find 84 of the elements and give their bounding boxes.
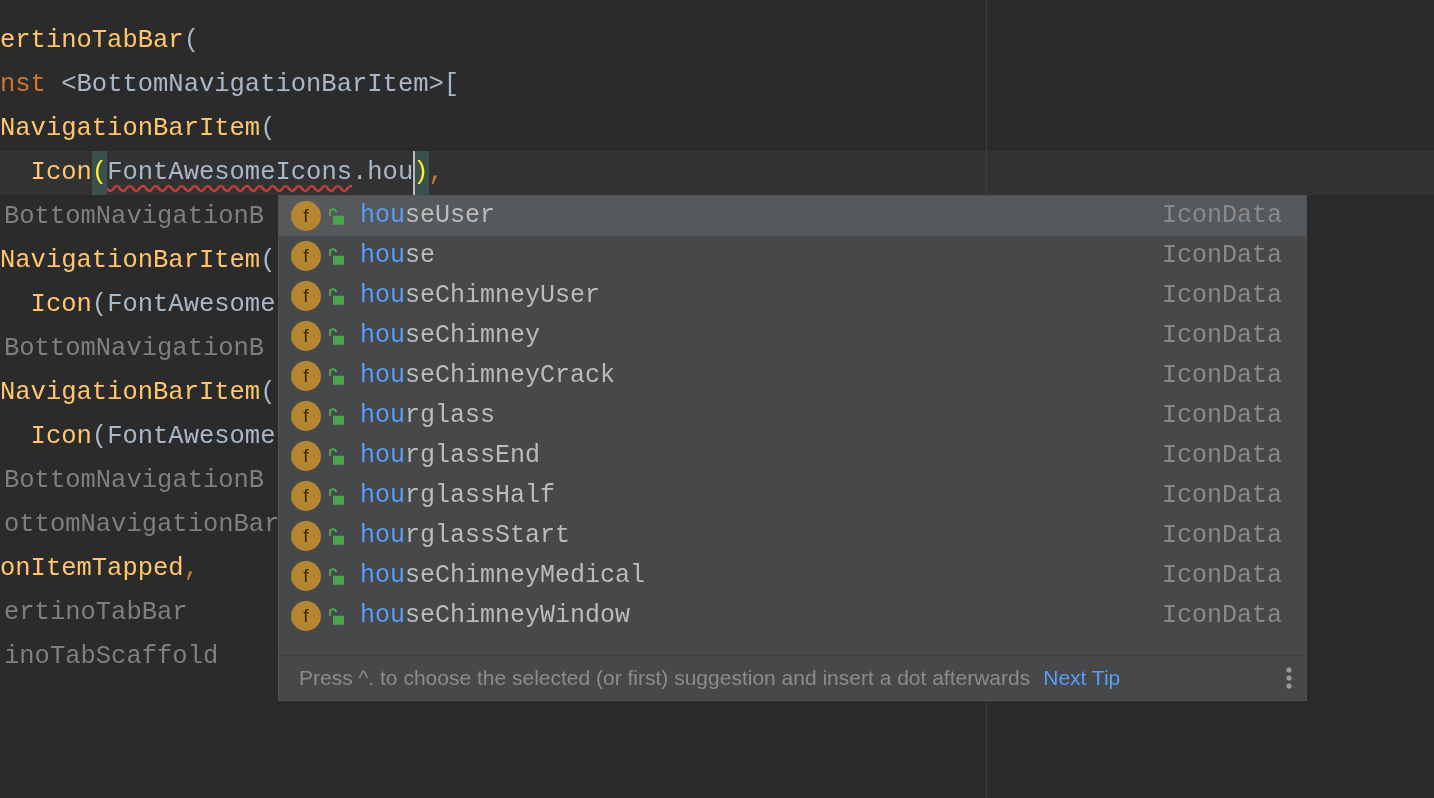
code-token: , — [183, 553, 199, 585]
field-icon: f — [291, 441, 321, 471]
code-token: (FontAwesome — [91, 421, 276, 453]
unlock-icon — [329, 447, 344, 465]
unlock-icon — [329, 567, 344, 585]
code-token: Icon — [29, 157, 92, 189]
code-token: NavigationBarItem — [0, 245, 261, 277]
suggestion-type: IconData — [1161, 520, 1282, 553]
code-token: onItemTapped — [0, 553, 184, 585]
field-icon: f — [291, 601, 321, 631]
hint-text: Press ^. to choose the selected (or first) suggestion and insert a dot afterwards — [299, 665, 1031, 692]
unlock-icon — [329, 247, 344, 265]
suggestion-type: IconData — [1161, 280, 1282, 313]
unlock-icon — [329, 327, 344, 345]
suggestion-type: IconData — [1161, 320, 1282, 353]
suggestion-item[interactable]: f houseChimneyCrack IconData — [279, 356, 1306, 396]
unlock-icon — [329, 607, 344, 625]
matched-paren: ) — [413, 151, 429, 195]
suggestion-name: houseChimneyWindow — [360, 600, 631, 633]
suggestion-item[interactable]: f houseChimneyUser IconData — [279, 276, 1306, 316]
unlock-icon — [329, 287, 344, 305]
suggestion-type: IconData — [1161, 240, 1282, 273]
code-token: BottomNavigationB — [3, 465, 265, 497]
suggestion-item[interactable]: f hourglass IconData — [279, 396, 1306, 436]
code-token: ( — [260, 245, 276, 277]
suggestion-name: houseChimneyMedical — [360, 560, 646, 593]
matched-paren: ( — [91, 151, 108, 195]
suggestion-item[interactable]: f hourglassStart IconData — [279, 516, 1306, 556]
code-token: ( — [260, 113, 276, 145]
code-token: ertinoTabBar — [3, 597, 188, 629]
code-token: , — [428, 157, 444, 189]
code-token: BottomNavigationB — [3, 201, 265, 233]
suggestion-type: IconData — [1161, 480, 1282, 513]
code-token: NavigationBarItem — [0, 113, 261, 145]
code-token: Icon — [29, 421, 92, 453]
more-options-icon[interactable] — [1286, 666, 1292, 690]
next-tip-link[interactable]: Next Tip — [1043, 662, 1121, 694]
unlock-icon — [329, 407, 344, 425]
field-icon: f — [291, 361, 321, 391]
error-code-token: FontAwesomeIcons — [107, 157, 352, 189]
suggestion-name: hourglass — [360, 400, 496, 433]
suggestion-item[interactable]: f hourglassHalf IconData — [279, 476, 1306, 516]
suggestion-name: houseChimneyUser — [360, 280, 601, 313]
suggestion-item[interactable]: f houseChimneyMedical IconData — [279, 556, 1306, 596]
code-token: nst — [0, 69, 46, 101]
code-token: NavigationBarItem — [0, 377, 261, 409]
code-token: (FontAwesome — [91, 289, 276, 321]
field-icon: f — [291, 561, 321, 591]
field-icon: f — [291, 401, 321, 431]
code-token: ( — [183, 25, 199, 57]
unlock-icon — [329, 487, 344, 505]
suggestion-item[interactable]: f houseChimney IconData — [279, 316, 1306, 356]
code-token: .hou — [352, 157, 414, 189]
suggestion-name: hourglassHalf — [360, 480, 556, 513]
suggestion-type: IconData — [1161, 400, 1282, 433]
code-token: <BottomNavigationBarItem>[ — [60, 69, 460, 101]
field-icon: f — [291, 201, 321, 231]
suggestion-type: IconData — [1161, 440, 1282, 473]
suggestion-type: IconData — [1161, 600, 1282, 633]
suggestion-name: houseUser — [360, 200, 496, 233]
field-icon: f — [291, 521, 321, 551]
suggestion-type: IconData — [1161, 560, 1282, 593]
suggestion-item[interactable]: f hourglassEnd IconData — [279, 436, 1306, 476]
field-icon: f — [291, 481, 321, 511]
field-icon: f — [291, 241, 321, 271]
code-token: inoTabScaffold — [3, 641, 219, 673]
suggestion-type: IconData — [1161, 360, 1282, 393]
code-token: Icon — [29, 289, 92, 321]
field-icon: f — [291, 321, 321, 351]
field-icon: f — [291, 281, 321, 311]
suggestion-name: houseChimneyCrack — [360, 360, 616, 393]
code-token: ottomNavigationBar — [3, 509, 280, 541]
suggestion-item[interactable]: f house IconData — [279, 236, 1306, 276]
suggestion-name: houseChimney — [360, 320, 541, 353]
unlock-icon — [329, 207, 344, 225]
code-token: BottomNavigationB — [3, 333, 265, 365]
suggestion-item[interactable]: f houseChimneyWindow IconData — [279, 596, 1306, 636]
suggestion-name: hourglassEnd — [360, 440, 541, 473]
suggestion-name: house — [360, 240, 436, 273]
code-token: ( — [260, 377, 276, 409]
unlock-icon — [329, 367, 344, 385]
suggestion-name: hourglassStart — [360, 520, 571, 553]
unlock-icon — [329, 527, 344, 545]
code-token: ertinoTabBar — [0, 25, 184, 57]
